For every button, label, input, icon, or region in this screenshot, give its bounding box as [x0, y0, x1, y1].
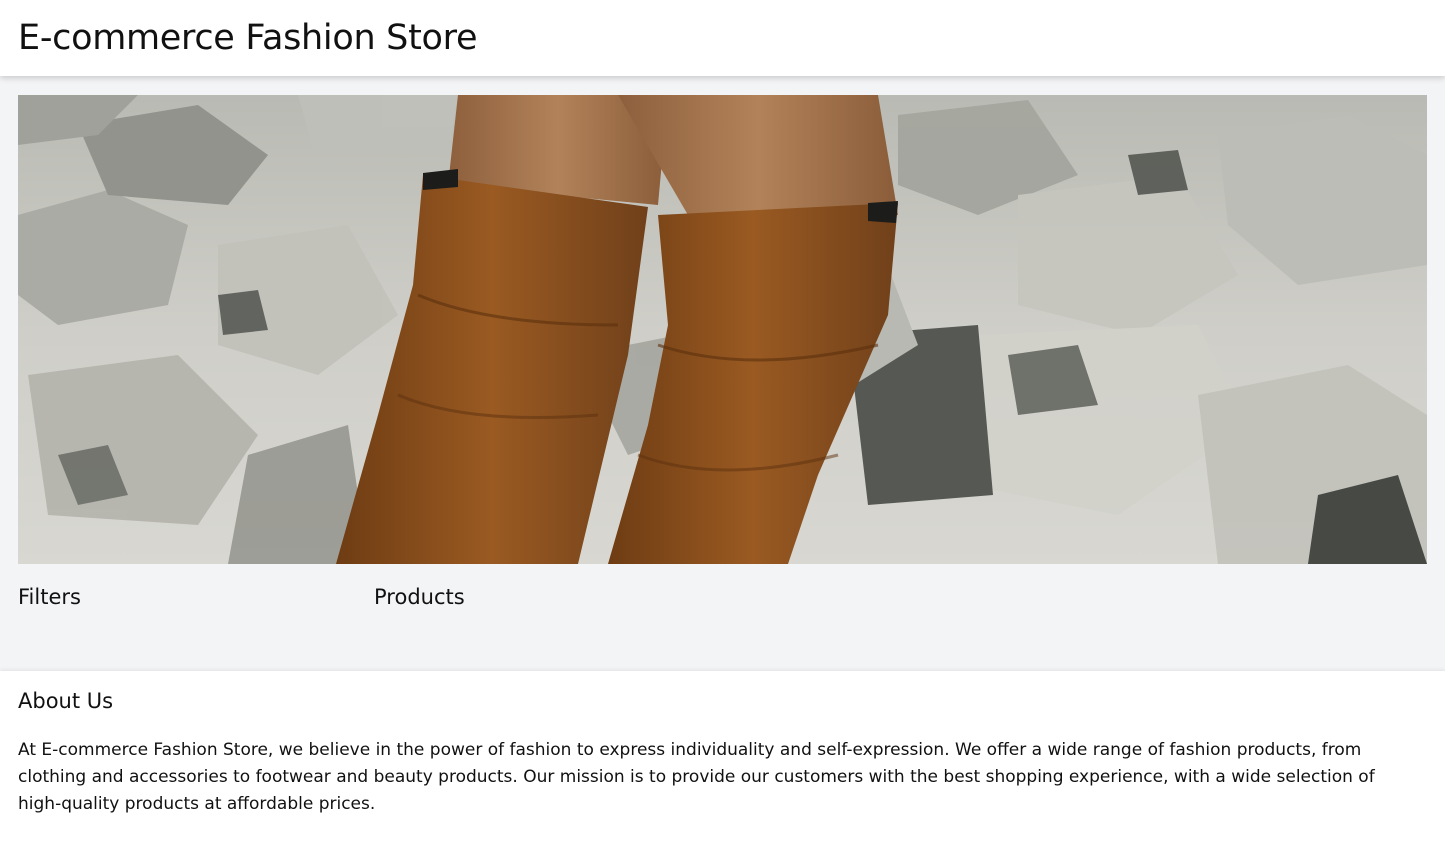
about-us-heading: About Us: [18, 689, 114, 713]
hero-boots-illustration: [18, 95, 1427, 564]
about-us-text: At E-commerce Fashion Store, we believe …: [18, 740, 1375, 814]
products-heading: Products: [374, 585, 465, 609]
site-title[interactable]: E-commerce Fashion Store: [18, 18, 477, 58]
hero-banner-image: [18, 95, 1427, 564]
filters-heading: Filters: [18, 585, 81, 609]
site-header: E-commerce Fashion Store: [0, 0, 1445, 76]
